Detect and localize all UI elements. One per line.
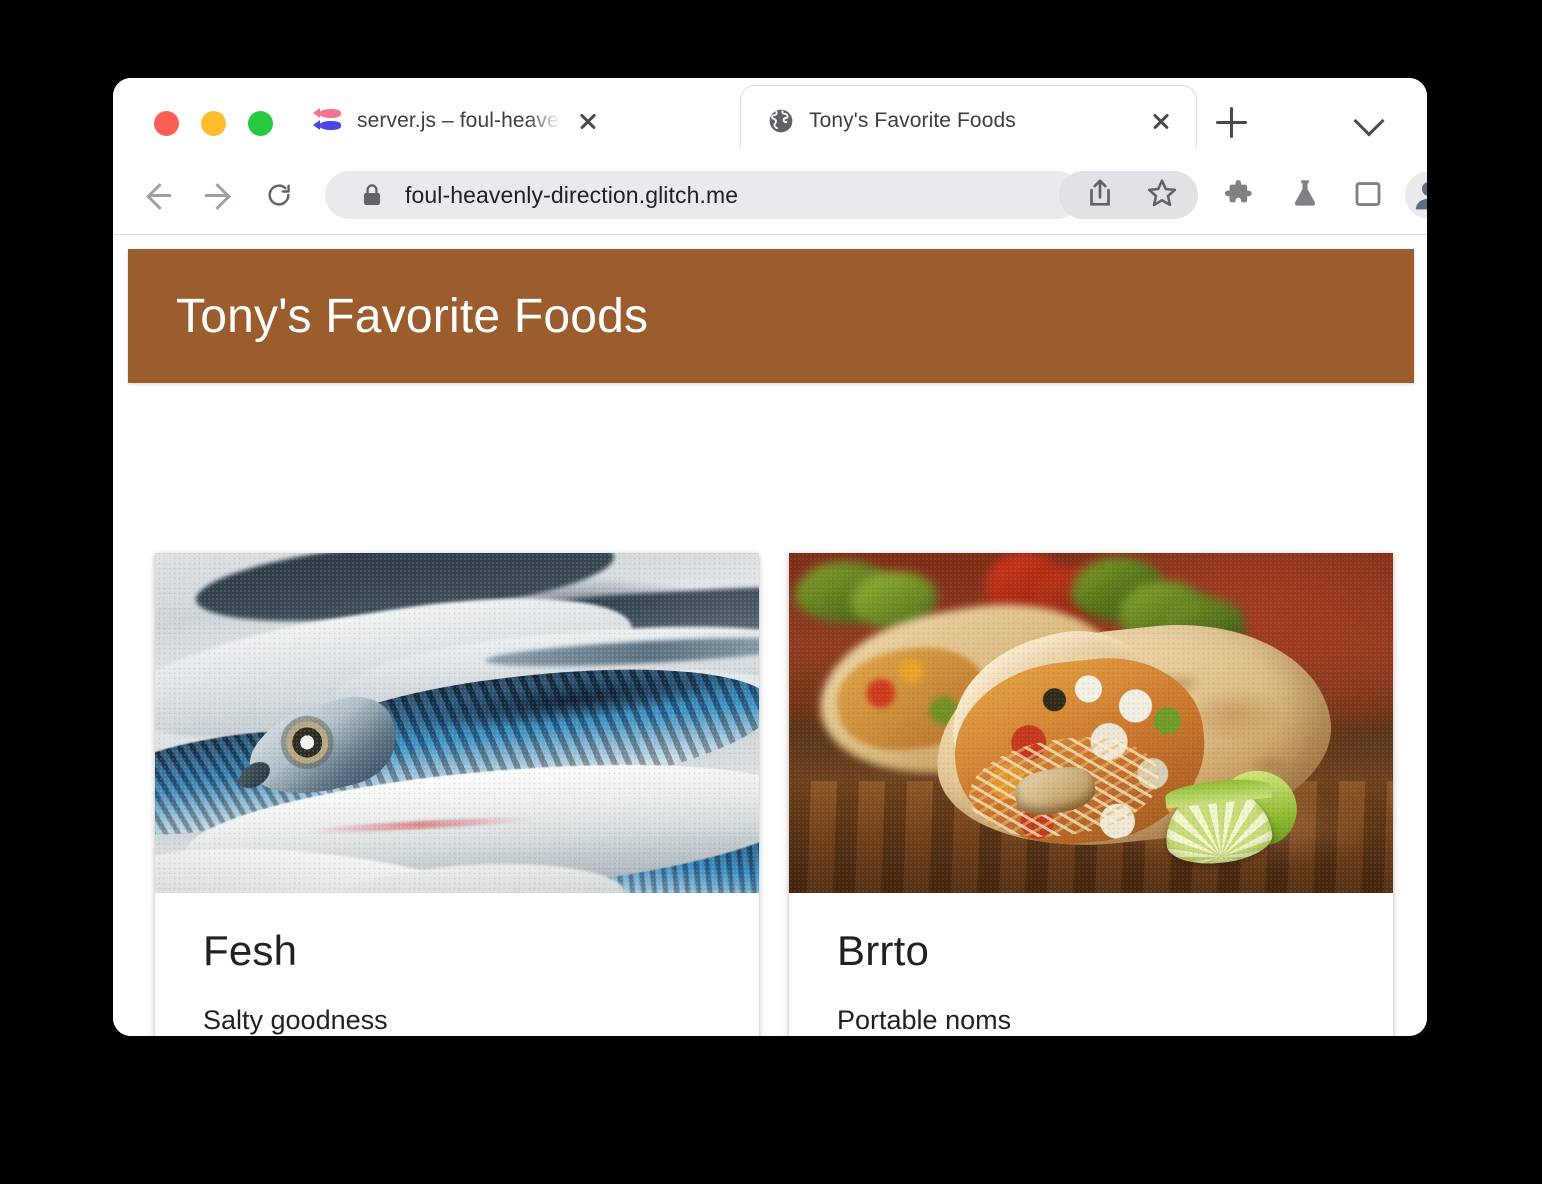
card-title: Brrto xyxy=(837,927,930,974)
profile-avatar-icon[interactable] xyxy=(1405,171,1427,219)
zoom-window-button[interactable] xyxy=(248,111,273,136)
burrito-photo xyxy=(789,553,1393,893)
tab-search-chevron-down-icon[interactable] xyxy=(1355,110,1385,130)
page-header-banner: Tony's Favorite Foods xyxy=(128,249,1414,383)
page-content: Tony's Favorite Foods Fesh Salty goodnes… xyxy=(113,235,1427,1036)
tab-title: server.js – foul-heavenly-dir xyxy=(357,109,565,132)
browser-toolbar: foul-heavenly-direction.glitch.me xyxy=(113,156,1427,235)
card-subtitle: Portable noms xyxy=(837,1005,1012,1035)
address-bar[interactable]: foul-heavenly-direction.glitch.me xyxy=(325,171,1081,219)
card-subtitle: Salty goodness xyxy=(203,1005,388,1035)
url-text: foul-heavenly-direction.glitch.me xyxy=(405,181,739,208)
screenshot-root: server.js – foul-heavenly-dir Tony's Fav… xyxy=(0,0,1542,1184)
experiments-flask-icon[interactable] xyxy=(1288,176,1322,210)
food-card-fesh: Fesh Salty goodness PROS & CONS xyxy=(155,553,759,1036)
bookmark-star-icon[interactable] xyxy=(1145,176,1179,210)
browser-tab-server-js[interactable]: server.js – foul-heavenly-dir xyxy=(299,86,619,156)
side-panel-icon[interactable] xyxy=(1353,179,1387,213)
browser-window: server.js – foul-heavenly-dir Tony's Fav… xyxy=(113,78,1427,1036)
card-body: Fesh Salty goodness xyxy=(155,893,759,1036)
globe-icon xyxy=(767,107,795,135)
close-window-button[interactable] xyxy=(154,111,179,136)
carp-streamer-icon xyxy=(313,107,343,135)
close-tab-icon[interactable] xyxy=(571,104,605,138)
fish-photo xyxy=(155,553,759,893)
close-tab-icon[interactable] xyxy=(1144,104,1178,138)
card-title: Fesh xyxy=(203,927,298,974)
page-title: Tony's Favorite Foods xyxy=(176,289,649,343)
reload-button[interactable] xyxy=(258,174,300,216)
food-card-list: Fesh Salty goodness PROS & CONS xyxy=(155,553,1393,1036)
tab-strip: server.js – foul-heavenly-dir Tony's Fav… xyxy=(113,78,1427,156)
lock-icon xyxy=(361,182,383,208)
card-body: Brrto Portable noms xyxy=(789,893,1393,1036)
tab-title: Tony's Favorite Foods xyxy=(809,109,1016,132)
minimize-window-button[interactable] xyxy=(201,111,226,136)
new-tab-button[interactable] xyxy=(1213,104,1249,140)
share-icon[interactable] xyxy=(1083,176,1117,210)
browser-tab-tonys-favorite-foods[interactable]: Tony's Favorite Foods xyxy=(727,86,1196,156)
extensions-icon[interactable] xyxy=(1223,177,1257,211)
window-controls xyxy=(154,111,273,136)
food-card-brrto: Brrto Portable noms PROS & CONS xyxy=(789,553,1393,1036)
